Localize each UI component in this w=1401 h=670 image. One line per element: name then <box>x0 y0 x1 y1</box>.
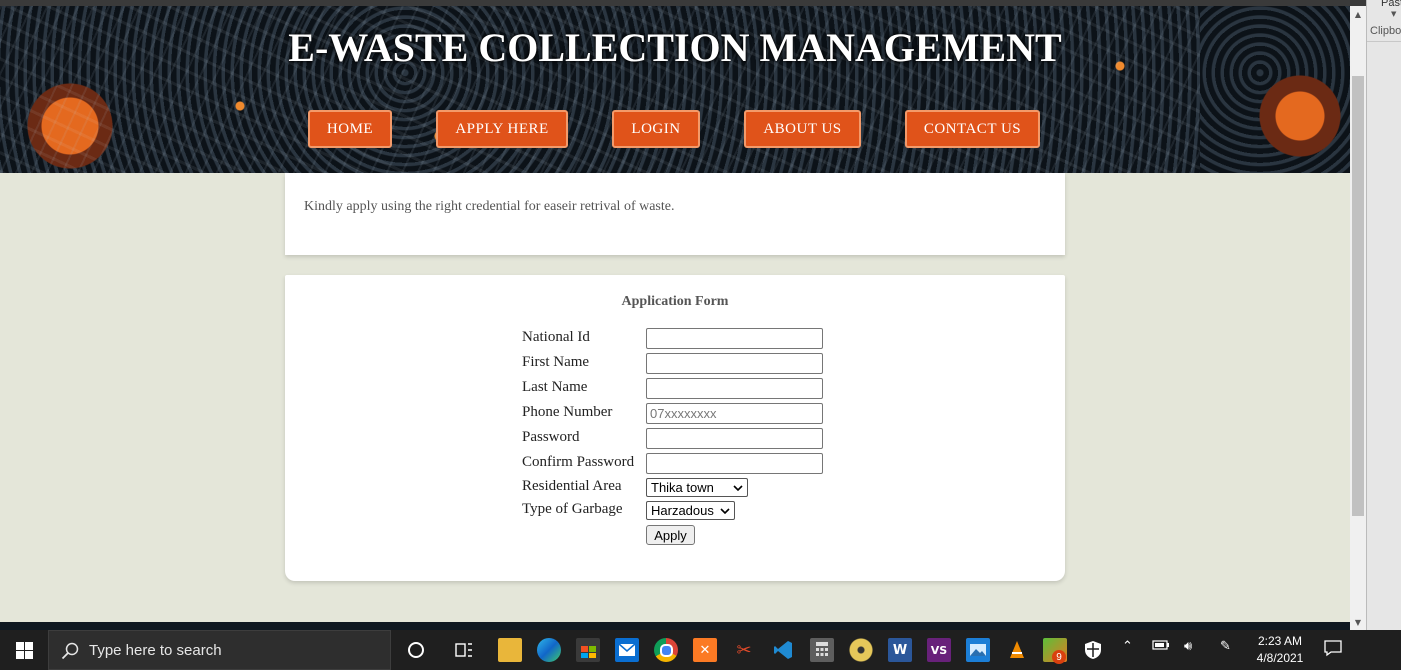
divider <box>1367 41 1401 42</box>
confirm-password-input[interactable] <box>646 453 823 474</box>
phone-number-label: Phone Number <box>522 404 613 420</box>
phone-number-input[interactable] <box>646 403 823 424</box>
search-icon <box>61 642 79 660</box>
national-id-label: National Id <box>522 329 590 345</box>
notifications-icon[interactable] <box>1324 639 1342 661</box>
residential-area-value: Thika town <box>651 480 714 495</box>
garbage-type-select[interactable]: Harzadous <box>646 501 735 520</box>
pen-icon[interactable]: ✎ <box>1220 639 1231 654</box>
task-view-icon[interactable] <box>452 638 476 662</box>
form-title: Application Form <box>621 294 729 309</box>
vscode-icon[interactable] <box>771 638 795 662</box>
application-form-card: Application Form National Id First Name … <box>285 275 1065 581</box>
edge-icon[interactable] <box>537 638 561 662</box>
residential-area-label: Residential Area <box>522 478 622 494</box>
intro-text: Kindly apply using the right credential … <box>304 199 675 214</box>
residential-area-select[interactable]: Thika town <box>646 478 748 497</box>
scrollbar-thumb[interactable] <box>1352 76 1364 516</box>
clipboard-label: Clipbo <box>1370 25 1401 37</box>
dropdown-arrow-icon[interactable]: ▼ <box>1391 10 1396 18</box>
chevron-up-icon[interactable]: ⌃ <box>1122 639 1133 654</box>
search-placeholder: Type here to search <box>89 642 222 659</box>
photos-icon[interactable] <box>966 638 990 662</box>
chevron-down-icon <box>720 507 730 514</box>
clock-date: 4/8/2021 <box>1256 651 1304 665</box>
intro-card: Kindly apply using the right credential … <box>285 173 1065 255</box>
last-name-input[interactable] <box>646 378 823 399</box>
password-label: Password <box>522 429 580 445</box>
scroll-up-icon[interactable]: ▲ <box>1350 6 1366 22</box>
visual-studio-icon[interactable]: VS <box>927 638 951 662</box>
cortana-icon[interactable] <box>404 638 428 662</box>
background-window-peek: Past ▼ Clipbo <box>1366 0 1401 630</box>
volume-icon[interactable]: 🔊︎ <box>1184 639 1192 654</box>
chevron-down-icon <box>733 484 743 491</box>
vlc-icon[interactable] <box>1005 638 1029 662</box>
xampp-icon[interactable]: ✕ <box>693 638 717 662</box>
snipping-tool-icon[interactable]: ✂ <box>732 638 756 662</box>
footer-strip <box>0 622 1350 630</box>
site-title: E-WASTE COLLECTION MANAGEMENT <box>288 25 1062 70</box>
nav-apply-button[interactable]: APPLY HERE <box>436 110 568 148</box>
nav-home-button[interactable]: HOME <box>308 110 392 148</box>
nav-about-button[interactable]: ABOUT US <box>744 110 861 148</box>
word-icon[interactable]: W <box>888 638 912 662</box>
store-icon[interactable] <box>576 638 600 662</box>
chrome-icon[interactable] <box>654 638 678 662</box>
scroll-down-icon[interactable]: ▼ <box>1350 614 1366 630</box>
paste-label[interactable]: Past <box>1381 0 1401 9</box>
confirm-password-label: Confirm Password <box>522 454 635 470</box>
battery-icon[interactable] <box>1152 639 1170 655</box>
clock-time: 2:23 AM <box>1257 634 1303 648</box>
taskbar-clock[interactable]: 2:23 AM 4/8/2021 <box>1248 633 1312 667</box>
last-name-label: Last Name <box>522 379 588 395</box>
taskbar-search-box[interactable]: Type here to search <box>48 630 391 670</box>
first-name-label: First Name <box>522 354 590 370</box>
windows-start-icon[interactable] <box>0 630 48 670</box>
apply-button[interactable]: Apply <box>646 525 695 545</box>
password-input[interactable] <box>646 428 823 449</box>
vertical-scrollbar[interactable]: ▲ ▼ <box>1350 6 1366 630</box>
media-icon[interactable] <box>849 638 873 662</box>
first-name-input[interactable] <box>646 353 823 374</box>
garbage-type-value: Harzadous <box>651 503 714 518</box>
national-id-input[interactable] <box>646 328 823 349</box>
calculator-icon[interactable] <box>810 638 834 662</box>
file-explorer-icon[interactable] <box>498 638 522 662</box>
nav-contact-button[interactable]: CONTACT US <box>905 110 1040 148</box>
garbage-type-label: Type of Garbage <box>522 501 623 517</box>
security-icon[interactable] <box>1081 638 1105 662</box>
notification-badge: 9 <box>1052 650 1066 664</box>
taskbar: Type here to search ✕ ✂ W VS 9 ⌃ 🔊︎ ✎ 2:… <box>0 630 1401 670</box>
nav-login-button[interactable]: LOGIN <box>612 110 700 148</box>
mail-icon[interactable] <box>615 638 639 662</box>
